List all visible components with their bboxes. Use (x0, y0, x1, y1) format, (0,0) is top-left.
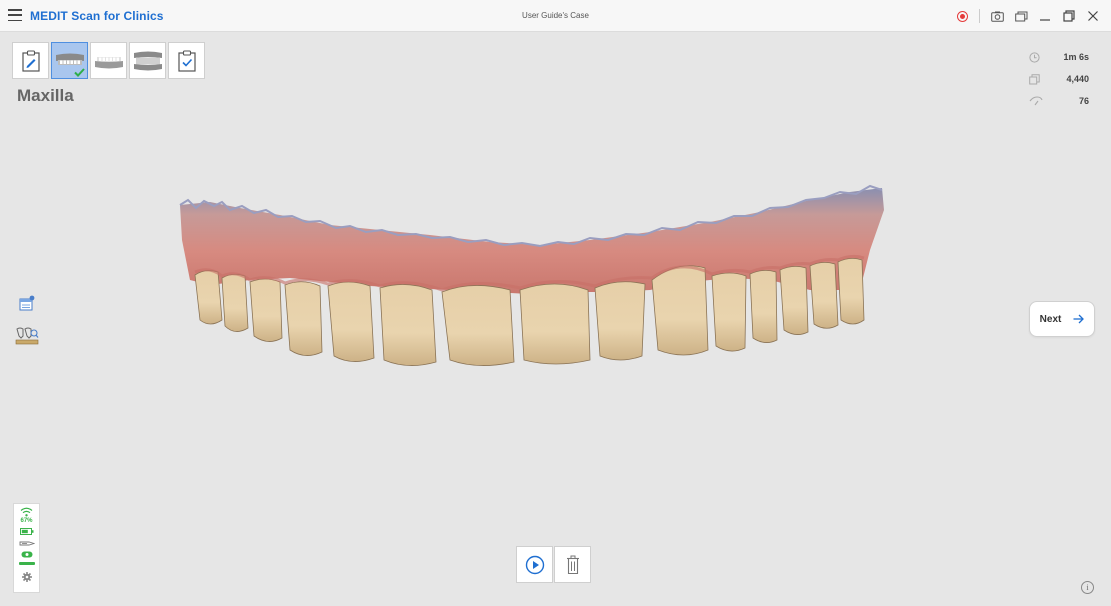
clipboard-pencil-icon (21, 49, 40, 72)
window-icon[interactable] (1011, 5, 1031, 27)
scan-rate-icon (1029, 96, 1043, 106)
scanner-status-panel: 67% (13, 503, 40, 593)
frames-icon (1029, 73, 1040, 84)
menu-icon[interactable] (8, 9, 22, 21)
scan-controls (516, 546, 591, 583)
edit-data-tool[interactable] (13, 290, 40, 315)
check-icon (74, 68, 85, 77)
app-title: MEDIT Scan for Clinics (30, 9, 164, 23)
maximize-icon[interactable] (1059, 5, 1079, 27)
occlusion-icon (133, 51, 162, 70)
scan-stats: 1m 6s 4,440 76 (1029, 46, 1089, 112)
data-panel-icon (19, 295, 34, 310)
connection-bar (18, 562, 35, 565)
wifi-icon (20, 507, 33, 517)
scanner-tip-icon (19, 541, 35, 546)
scan-step-toolbar (12, 42, 205, 79)
step-title: Maxilla (17, 86, 74, 105)
maxilla-3d-model[interactable] (170, 180, 890, 370)
clock-icon (1029, 51, 1040, 63)
scanner-mode-icon (21, 551, 32, 558)
title-bar: MEDIT Scan for Clinics User Guide's Case (0, 0, 1111, 32)
play-button[interactable] (516, 546, 553, 583)
clipboard-check-icon (177, 49, 196, 72)
info-icon[interactable]: i (1081, 581, 1094, 594)
stat-rate-value: 76 (1078, 96, 1089, 106)
step-review-button[interactable] (168, 42, 205, 79)
stat-time-value: 1m 6s (1063, 52, 1089, 62)
battery-icon (19, 528, 33, 535)
separator (979, 9, 980, 23)
arrow-right-icon (1073, 314, 1085, 324)
gear-icon[interactable] (21, 572, 32, 582)
step-maxilla-button[interactable] (51, 42, 88, 79)
trash-icon (566, 555, 579, 574)
stat-frames: 4,440 (1029, 68, 1089, 90)
record-icon[interactable] (952, 5, 972, 27)
step-occlusion-button[interactable] (129, 42, 166, 79)
delete-button[interactable] (554, 546, 591, 583)
tooth-filter-icon (15, 327, 38, 344)
play-icon (525, 555, 544, 574)
stat-frames-value: 4,440 (1066, 74, 1089, 84)
next-button-label: Next (1039, 313, 1062, 325)
wifi-percent: 67% (20, 518, 33, 524)
stat-time: 1m 6s (1029, 46, 1089, 68)
close-icon[interactable] (1083, 5, 1103, 27)
next-button[interactable]: Next (1029, 301, 1095, 337)
capture-icon[interactable] (987, 5, 1007, 27)
step-mandible-button[interactable] (90, 42, 127, 79)
case-title: User Guide's Case (522, 11, 589, 20)
minimize-icon[interactable] (1035, 5, 1055, 27)
step-info-button[interactable] (12, 42, 49, 79)
stat-rate: 76 (1029, 90, 1089, 112)
mandible-icon (94, 56, 123, 68)
scan-filter-tool[interactable] (13, 323, 40, 348)
window-controls (952, 5, 1103, 27)
